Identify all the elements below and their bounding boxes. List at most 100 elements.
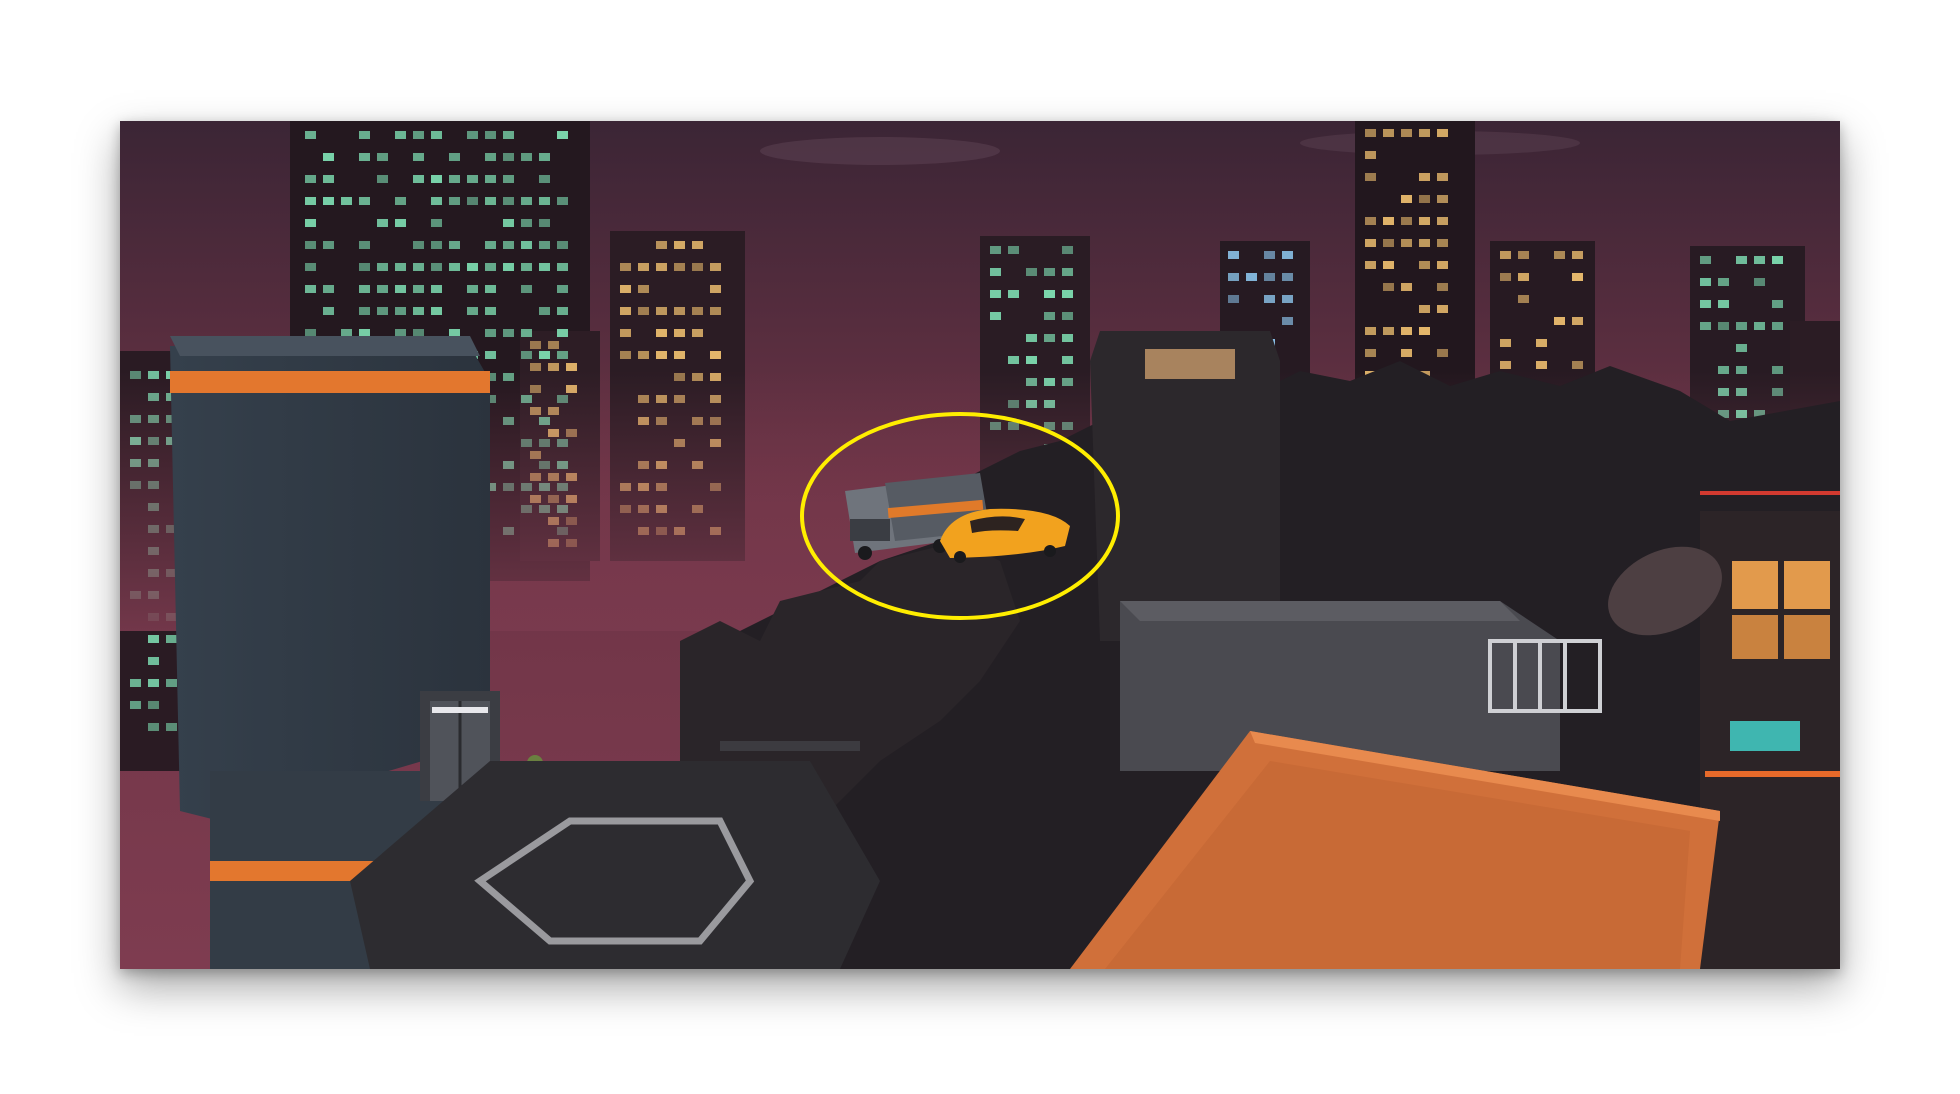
building-window	[620, 307, 631, 315]
building-window	[485, 175, 496, 183]
building-window	[710, 263, 721, 271]
building-window	[1062, 334, 1073, 342]
lit-window	[1730, 721, 1800, 751]
building-window	[1572, 251, 1583, 259]
cloud	[760, 137, 1000, 165]
building-window	[674, 329, 685, 337]
game-scene	[120, 121, 1840, 969]
building-window	[1044, 312, 1055, 320]
building-window	[395, 307, 406, 315]
building-window	[557, 131, 568, 139]
building-window	[548, 341, 559, 349]
building-window	[710, 285, 721, 293]
building-window	[1365, 173, 1376, 181]
building-window	[521, 329, 532, 337]
building-window	[1282, 251, 1293, 259]
building-window	[620, 351, 631, 359]
building-window	[1700, 278, 1711, 286]
building-window	[539, 307, 550, 315]
building-window	[1062, 312, 1073, 320]
building-window	[1282, 273, 1293, 281]
rooftop-block	[1120, 601, 1560, 771]
building-window	[1026, 356, 1037, 364]
building-window	[1401, 327, 1412, 335]
building-window	[710, 351, 721, 359]
building-window	[1383, 261, 1394, 269]
building-window	[1437, 239, 1448, 247]
building-window	[1437, 349, 1448, 357]
building-window	[395, 131, 406, 139]
building-window	[431, 263, 442, 271]
building-window	[485, 263, 496, 271]
building-window	[377, 219, 388, 227]
lit-window	[1732, 561, 1778, 609]
building-window	[166, 723, 177, 731]
building-window	[1008, 246, 1019, 254]
building-window	[1700, 300, 1711, 308]
building-window	[431, 197, 442, 205]
building-window	[413, 131, 424, 139]
building-window	[1365, 217, 1376, 225]
building-window	[377, 175, 388, 183]
building-window	[323, 285, 334, 293]
helipad-railing	[720, 741, 860, 751]
building-window	[539, 263, 550, 271]
building-window	[1518, 273, 1529, 281]
building-window	[1062, 246, 1073, 254]
building-window	[148, 679, 159, 687]
building-window	[166, 635, 177, 643]
building-window	[485, 307, 496, 315]
building-window	[1419, 239, 1430, 247]
building-window	[1062, 356, 1073, 364]
tower-top	[170, 336, 480, 356]
building-window	[377, 263, 388, 271]
building-window	[557, 285, 568, 293]
building-window	[485, 197, 496, 205]
building-window	[467, 307, 478, 315]
building-window	[359, 197, 370, 205]
building-window	[1736, 256, 1747, 264]
building-window	[413, 241, 424, 249]
truck-wheel	[858, 546, 872, 560]
building-window	[1401, 283, 1412, 291]
building-window	[305, 241, 316, 249]
building-window	[539, 197, 550, 205]
building-window	[539, 153, 550, 161]
building-window	[166, 679, 177, 687]
building-window	[1437, 173, 1448, 181]
building-window	[413, 329, 424, 337]
building-window	[521, 241, 532, 249]
building-window	[449, 153, 460, 161]
building-window	[990, 246, 1001, 254]
building-window	[521, 197, 532, 205]
building-window	[530, 363, 541, 371]
building-window	[1282, 295, 1293, 303]
building-window	[692, 263, 703, 271]
building-window	[638, 307, 649, 315]
building-window	[566, 363, 577, 371]
building-window	[359, 307, 370, 315]
building-window	[638, 263, 649, 271]
building-window	[1500, 339, 1511, 347]
building-window	[1264, 273, 1275, 281]
building-window	[1365, 349, 1376, 357]
neon-strip	[1705, 771, 1840, 777]
game-viewport[interactable]	[120, 121, 1840, 969]
building-window	[1383, 217, 1394, 225]
rooftop-block	[1120, 601, 1520, 621]
building-window	[1572, 273, 1583, 281]
building-window	[1365, 129, 1376, 137]
building-window	[485, 329, 496, 337]
building-window	[1718, 300, 1729, 308]
building-window	[359, 241, 370, 249]
building-window	[656, 307, 667, 315]
building-window	[1383, 129, 1394, 137]
building-window	[674, 241, 685, 249]
building-window	[413, 307, 424, 315]
building-window	[395, 197, 406, 205]
building-window	[431, 285, 442, 293]
building-window	[449, 241, 460, 249]
building-window	[548, 363, 559, 371]
building-window	[148, 635, 159, 643]
building-window	[1419, 217, 1430, 225]
